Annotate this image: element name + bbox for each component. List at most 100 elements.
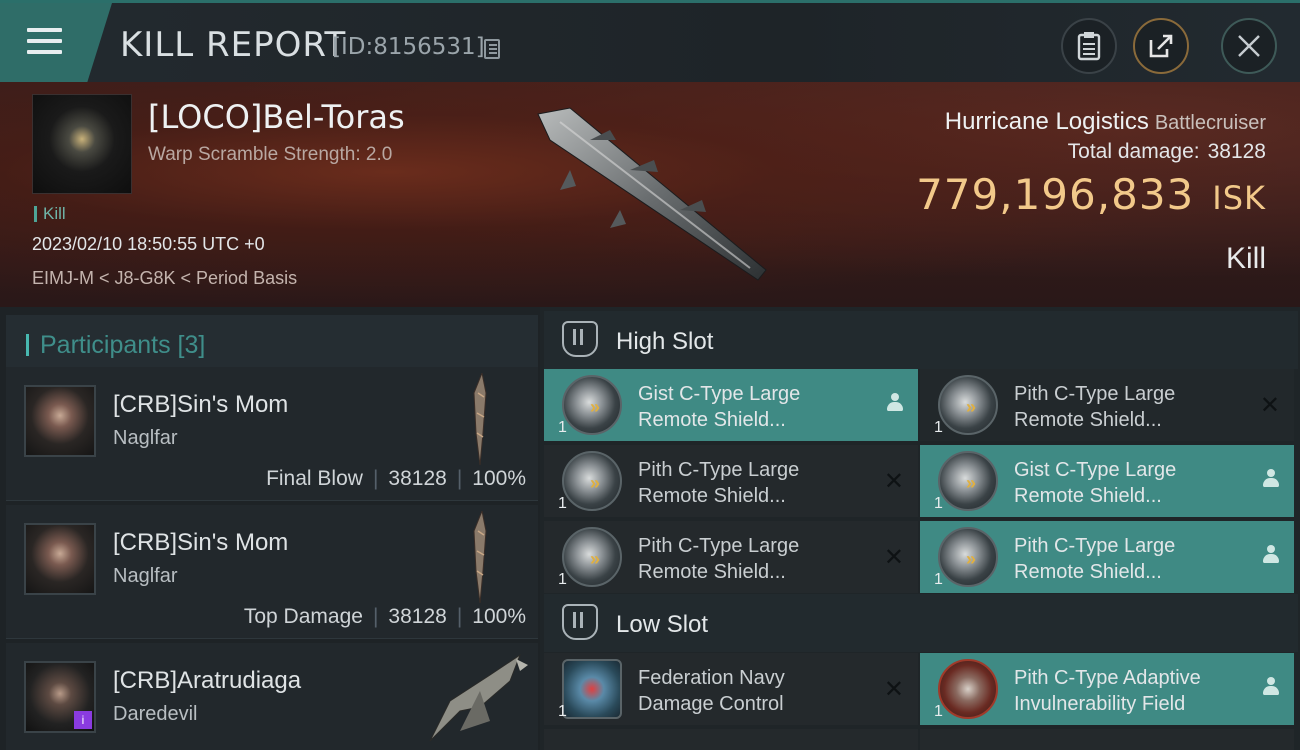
- module-name-line1: Pith C-Type Large: [1014, 383, 1176, 405]
- close-button[interactable]: [1221, 18, 1277, 74]
- participant-percent: 100%: [472, 605, 526, 628]
- participant-role: Final Blow: [266, 467, 363, 490]
- kill-location[interactable]: EIMJ-M < J8-G8K < Period Basis: [32, 268, 297, 289]
- fitting-panel: High Slot » 1 Gist C-Type Large Remote Sh…: [540, 307, 1300, 750]
- participant-name: [CRB]Sin's Mom: [113, 391, 289, 418]
- total-damage-value: 38128: [1207, 140, 1266, 163]
- chevron-icon: »: [966, 549, 977, 569]
- module-name: Pith C-Type Large Remote Shield...: [1014, 533, 1254, 585]
- module-qty: 1: [558, 571, 567, 588]
- participant-name: [CRB]Aratrudiaga: [113, 667, 302, 694]
- participants-panel: Participants [3] [CRB]Sin's Mom Naglfar …: [0, 307, 540, 750]
- participants-header: Participants [3]: [6, 315, 538, 373]
- kill-timestamp: 2023/02/10 18:50:55 UTC +0: [32, 234, 265, 254]
- module-item[interactable]: 1 Pith C-Type Adaptive Invulnerability Fi…: [920, 653, 1294, 725]
- module-item[interactable]: » 1 Pith C-Type Large Remote Shield... ✕: [920, 369, 1294, 441]
- victim-portrait[interactable]: [32, 94, 132, 194]
- clipboard-button[interactable]: [1061, 18, 1117, 74]
- module-item[interactable]: » 1 Pith C-Type Large Remote Shield... ✕: [544, 445, 918, 517]
- participant-row[interactable]: i [CRB]Aratrudiaga Daredevil: [6, 643, 538, 750]
- module-qty: 1: [934, 571, 943, 588]
- separator: |: [456, 605, 463, 628]
- separator: |: [372, 605, 379, 628]
- low-slot-title: Low Slot: [616, 611, 709, 638]
- warp-scramble-strength: Warp Scramble Strength: 2.0: [148, 144, 393, 165]
- participant-role: Top Damage: [243, 605, 363, 628]
- victim-name[interactable]: [LOCO]Bel-Toras: [148, 98, 405, 136]
- close-icon: ✕: [1259, 392, 1280, 419]
- module-item[interactable]: » 1 Pith C-Type Large Remote Shield...: [920, 521, 1294, 593]
- high-slot-header: High Slot: [544, 311, 1298, 369]
- module-name-line1: Pith C-Type Large: [638, 459, 800, 481]
- participant-stats: Top Damage | 38128 | 100%: [244, 605, 526, 629]
- module-qty: 1: [934, 495, 943, 512]
- avatar[interactable]: [24, 385, 96, 457]
- kill-tag: Kill: [34, 205, 66, 222]
- copy-icon[interactable]: [484, 39, 500, 59]
- isk-value: 779,196,833 ISK: [916, 170, 1266, 219]
- module-name-line1: Pith C-Type Large: [638, 535, 800, 557]
- menu-button[interactable]: [0, 3, 112, 82]
- person-icon: [1262, 675, 1280, 703]
- high-slot-title: High Slot: [616, 328, 714, 355]
- module-name-line1: Pith C-Type Large: [1014, 535, 1176, 557]
- module-name-line2: Remote Shield...: [1014, 409, 1162, 431]
- info-badge: i: [74, 711, 92, 729]
- module-name-line2: Remote Shield...: [638, 561, 786, 583]
- participant-ship: Naglfar: [113, 565, 178, 587]
- avatar[interactable]: i: [24, 661, 96, 733]
- module-item[interactable]: [544, 729, 918, 750]
- report-id: [ID:8156531]: [332, 34, 485, 60]
- participant-row[interactable]: [CRB]Sin's Mom Naglfar Top Damage | 38128 |…: [6, 505, 538, 639]
- victim-ship[interactable]: Hurricane Logistics Battlecruiser: [945, 108, 1266, 136]
- share-button[interactable]: [1133, 18, 1189, 74]
- module-item[interactable]: » 1 Gist C-Type Large Remote Shield...: [544, 369, 918, 441]
- participant-ship-image[interactable]: [420, 651, 530, 750]
- participant-damage: 38128: [388, 467, 447, 490]
- chevron-icon: »: [590, 549, 601, 569]
- total-damage: Total damage: 38128: [1068, 140, 1266, 164]
- participant-row[interactable]: [CRB]Sin's Mom Naglfar Final Blow | 38128 |…: [6, 367, 538, 501]
- module-name: Pith C-Type Large Remote Shield...: [638, 457, 878, 509]
- high-slot-icon: [562, 321, 598, 357]
- module-name: Gist C-Type Large Remote Shield...: [1014, 457, 1254, 509]
- ship-name: Hurricane Logistics: [944, 108, 1149, 135]
- module-name-line2: Remote Shield...: [638, 485, 786, 507]
- victim-banner: [LOCO]Bel-Toras Warp Scramble Strength: …: [0, 82, 1300, 307]
- module-name-line1: Gist C-Type Large: [638, 383, 801, 405]
- module-name-line2: Invulnerability Field: [1014, 693, 1186, 715]
- module-name-line2: Remote Shield...: [1014, 561, 1162, 583]
- close-icon: [1238, 35, 1260, 57]
- low-slot-header: Low Slot: [544, 594, 1298, 652]
- module-name: Pith C-Type Large Remote Shield...: [638, 533, 878, 585]
- close-icon: ✕: [883, 676, 904, 703]
- separator: |: [372, 467, 379, 490]
- ship-image[interactable]: [530, 100, 780, 285]
- module-name-line1: Pith C-Type Adaptive: [1014, 667, 1201, 689]
- low-slot-icon: [562, 604, 598, 640]
- participant-ship: Naglfar: [113, 427, 178, 449]
- module-qty: 1: [934, 419, 943, 436]
- participant-ship-image[interactable]: [468, 511, 492, 603]
- module-item[interactable]: [920, 729, 1294, 750]
- participant-ship-image[interactable]: [468, 373, 492, 465]
- module-name-line2: Remote Shield...: [1014, 485, 1162, 507]
- module-item[interactable]: 1 Federation Navy Damage Control ✕: [544, 653, 918, 725]
- isk-unit: ISK: [1212, 179, 1266, 217]
- module-name-line1: Federation Navy: [638, 667, 785, 689]
- module-item[interactable]: » 1 Pith C-Type Large Remote Shield... ✕: [544, 521, 918, 593]
- module-item[interactable]: » 1 Gist C-Type Large Remote Shield...: [920, 445, 1294, 517]
- close-icon: ✕: [883, 468, 904, 495]
- participants-title: Participants [3]: [40, 331, 206, 359]
- participant-name: [CRB]Sin's Mom: [113, 529, 289, 556]
- avatar[interactable]: [24, 523, 96, 595]
- menu-icon: [27, 28, 62, 32]
- close-icon: ✕: [883, 544, 904, 571]
- menu-icon-bar: [27, 39, 62, 43]
- header-bar: KILL REPORT [ID:8156531]: [0, 0, 1300, 82]
- header-accent: [26, 334, 29, 356]
- module-qty: 1: [558, 703, 567, 720]
- person-icon: [1262, 543, 1280, 571]
- module-name-line1: Gist C-Type Large: [1014, 459, 1177, 481]
- page-title: KILL REPORT: [120, 25, 347, 65]
